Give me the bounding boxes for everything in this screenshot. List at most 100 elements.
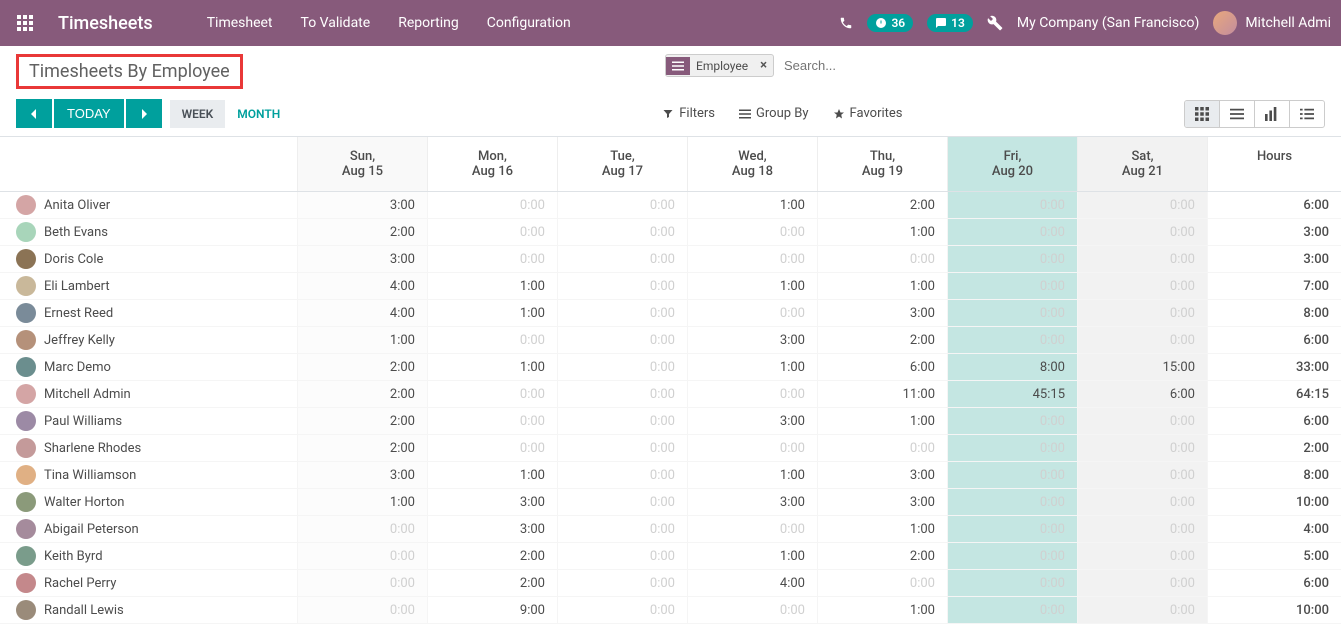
company-selector[interactable]: My Company (San Francisco) — [1017, 15, 1199, 31]
cell-fri[interactable]: 0:00 — [947, 192, 1077, 218]
cell-thu[interactable]: 6:00 — [817, 354, 947, 380]
employee-cell[interactable]: Tina Williamson — [0, 465, 297, 485]
cell-fri[interactable]: 0:00 — [947, 300, 1077, 326]
cell-sat[interactable]: 15:00 — [1077, 354, 1207, 380]
cell-thu[interactable]: 1:00 — [817, 597, 947, 623]
table-row[interactable]: Tina Williamson3:001:000:001:003:000:000… — [0, 462, 1341, 489]
cell-mon[interactable]: 0:00 — [427, 408, 557, 434]
employee-cell[interactable]: Walter Horton — [0, 492, 297, 512]
table-row[interactable]: Sharlene Rhodes2:000:000:000:000:000:000… — [0, 435, 1341, 462]
cell-sun[interactable]: 1:00 — [297, 489, 427, 515]
cell-mon[interactable]: 0:00 — [427, 246, 557, 272]
cell-sat[interactable]: 0:00 — [1077, 273, 1207, 299]
cell-sat[interactable]: 0:00 — [1077, 219, 1207, 245]
cell-sun[interactable]: 0:00 — [297, 543, 427, 569]
view-list-button[interactable] — [1220, 101, 1255, 127]
cell-wed[interactable]: 0:00 — [687, 246, 817, 272]
view-activity-button[interactable] — [1290, 101, 1324, 127]
cell-thu[interactable]: 0:00 — [817, 570, 947, 596]
cell-mon[interactable]: 0:00 — [427, 435, 557, 461]
cell-thu[interactable]: 3:00 — [817, 300, 947, 326]
cell-sun[interactable]: 4:00 — [297, 273, 427, 299]
cell-tue[interactable]: 0:00 — [557, 273, 687, 299]
table-row[interactable]: Paul Williams2:000:000:003:001:000:000:0… — [0, 408, 1341, 435]
cell-tue[interactable]: 0:00 — [557, 219, 687, 245]
cell-mon[interactable]: 3:00 — [427, 489, 557, 515]
cell-thu[interactable]: 2:00 — [817, 543, 947, 569]
cell-fri[interactable]: 45:15 — [947, 381, 1077, 407]
cell-tue[interactable]: 0:00 — [557, 543, 687, 569]
cell-fri[interactable]: 0:00 — [947, 489, 1077, 515]
cell-fri[interactable]: 8:00 — [947, 354, 1077, 380]
view-grid-button[interactable] — [1185, 101, 1220, 127]
cell-thu[interactable]: 11:00 — [817, 381, 947, 407]
user-menu[interactable]: Mitchell Admi — [1213, 11, 1331, 35]
cell-wed[interactable]: 3:00 — [687, 489, 817, 515]
facet-remove-icon[interactable]: × — [754, 55, 773, 76]
employee-cell[interactable]: Rachel Perry — [0, 573, 297, 593]
employee-cell[interactable]: Jeffrey Kelly — [0, 330, 297, 350]
cell-sat[interactable]: 0:00 — [1077, 435, 1207, 461]
cell-sun[interactable]: 1:00 — [297, 327, 427, 353]
filters-button[interactable]: Filters — [662, 106, 715, 121]
cell-thu[interactable]: 2:00 — [817, 192, 947, 218]
cell-sat[interactable]: 0:00 — [1077, 516, 1207, 542]
cell-tue[interactable]: 0:00 — [557, 327, 687, 353]
tools-icon[interactable] — [987, 15, 1003, 31]
view-chart-button[interactable] — [1255, 101, 1290, 127]
cell-fri[interactable]: 0:00 — [947, 327, 1077, 353]
cell-mon[interactable]: 3:00 — [427, 516, 557, 542]
cell-sun[interactable]: 3:00 — [297, 462, 427, 488]
cell-tue[interactable]: 0:00 — [557, 192, 687, 218]
employee-cell[interactable]: Eli Lambert — [0, 276, 297, 296]
cell-wed[interactable]: 1:00 — [687, 192, 817, 218]
employee-cell[interactable]: Beth Evans — [0, 222, 297, 242]
table-row[interactable]: Keith Byrd0:002:000:001:002:000:000:005:… — [0, 543, 1341, 570]
cell-sat[interactable]: 0:00 — [1077, 327, 1207, 353]
table-row[interactable]: Doris Cole3:000:000:000:000:000:000:003:… — [0, 246, 1341, 273]
employee-cell[interactable]: Abigail Peterson — [0, 519, 297, 539]
cell-fri[interactable]: 0:00 — [947, 273, 1077, 299]
cell-wed[interactable]: 0:00 — [687, 300, 817, 326]
cell-thu[interactable]: 0:00 — [817, 435, 947, 461]
employee-cell[interactable]: Randall Lewis — [0, 600, 297, 620]
cell-mon[interactable]: 0:00 — [427, 192, 557, 218]
cell-wed[interactable]: 0:00 — [687, 381, 817, 407]
scale-week-button[interactable]: WEEK — [170, 100, 226, 128]
cell-sat[interactable]: 0:00 — [1077, 597, 1207, 623]
cell-mon[interactable]: 0:00 — [427, 327, 557, 353]
scale-month-button[interactable]: MONTH — [225, 100, 292, 128]
cell-mon[interactable]: 1:00 — [427, 462, 557, 488]
cell-sun[interactable]: 0:00 — [297, 516, 427, 542]
cell-sun[interactable]: 2:00 — [297, 408, 427, 434]
cell-sun[interactable]: 3:00 — [297, 192, 427, 218]
cell-wed[interactable]: 4:00 — [687, 570, 817, 596]
cell-sat[interactable]: 0:00 — [1077, 300, 1207, 326]
table-row[interactable]: Beth Evans2:000:000:000:001:000:000:003:… — [0, 219, 1341, 246]
cell-mon[interactable]: 1:00 — [427, 354, 557, 380]
table-row[interactable]: Jeffrey Kelly1:000:000:003:002:000:000:0… — [0, 327, 1341, 354]
cell-sun[interactable]: 0:00 — [297, 570, 427, 596]
cell-thu[interactable]: 1:00 — [817, 516, 947, 542]
cell-wed[interactable]: 3:00 — [687, 408, 817, 434]
cell-sat[interactable]: 0:00 — [1077, 192, 1207, 218]
cell-sun[interactable]: 2:00 — [297, 354, 427, 380]
menu-to-validate[interactable]: To Validate — [287, 15, 385, 31]
cell-sat[interactable]: 0:00 — [1077, 543, 1207, 569]
cell-mon[interactable]: 2:00 — [427, 570, 557, 596]
cell-sun[interactable]: 2:00 — [297, 219, 427, 245]
cell-tue[interactable]: 0:00 — [557, 435, 687, 461]
table-row[interactable]: Walter Horton1:003:000:003:003:000:000:0… — [0, 489, 1341, 516]
cell-wed[interactable]: 1:00 — [687, 462, 817, 488]
app-title[interactable]: Timesheets — [58, 13, 153, 34]
cell-fri[interactable]: 0:00 — [947, 570, 1077, 596]
cell-wed[interactable]: 0:00 — [687, 516, 817, 542]
cell-thu[interactable]: 1:00 — [817, 408, 947, 434]
cell-sat[interactable]: 0:00 — [1077, 489, 1207, 515]
employee-cell[interactable]: Ernest Reed — [0, 303, 297, 323]
cell-mon[interactable]: 9:00 — [427, 597, 557, 623]
table-row[interactable]: Abigail Peterson0:003:000:000:001:000:00… — [0, 516, 1341, 543]
cell-tue[interactable]: 0:00 — [557, 381, 687, 407]
menu-timesheet[interactable]: Timesheet — [193, 15, 287, 31]
cell-fri[interactable]: 0:00 — [947, 219, 1077, 245]
